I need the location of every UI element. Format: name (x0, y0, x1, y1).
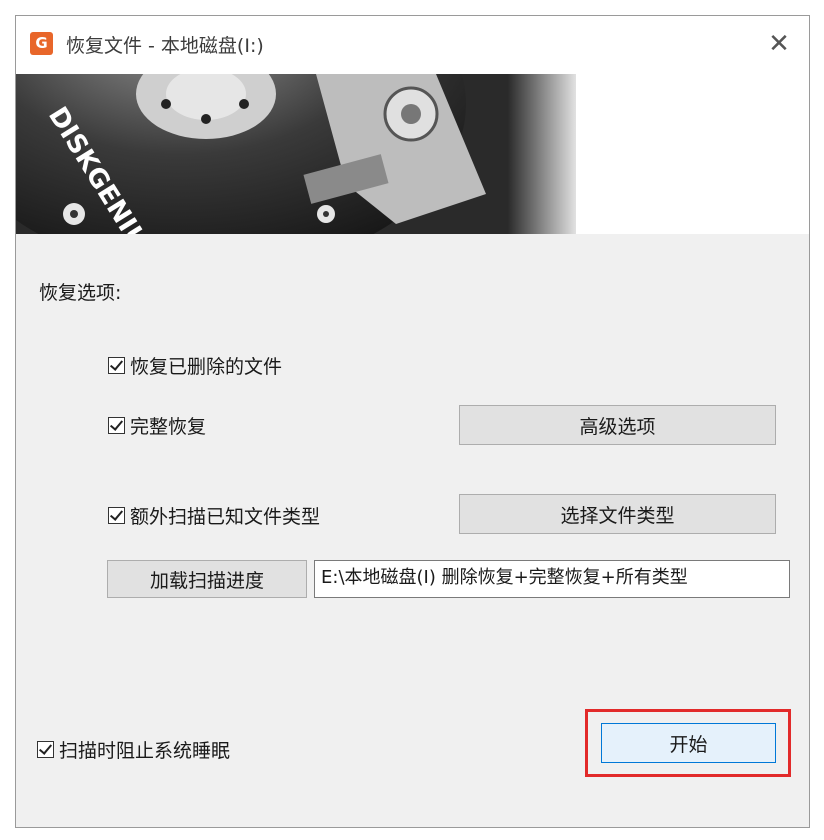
advanced-options-button[interactable]: 高级选项 (459, 405, 776, 445)
full-recover-checkbox[interactable] (108, 417, 125, 434)
recover-deleted-option[interactable]: 恢复已删除的文件 (108, 352, 282, 379)
prevent-sleep-label: 扫描时阻止系统睡眠 (59, 740, 231, 762)
full-recover-label: 完整恢复 (130, 416, 207, 438)
extra-scan-checkbox[interactable] (108, 507, 125, 524)
diskgenius-app-icon: G (30, 32, 53, 55)
diskgenius-banner-image: DISKGENIUS (16, 74, 809, 234)
recover-deleted-label: 恢复已删除的文件 (130, 356, 283, 378)
prevent-sleep-option[interactable]: 扫描时阻止系统睡眠 (37, 736, 230, 763)
recover-deleted-checkbox[interactable] (108, 357, 125, 374)
extra-scan-option[interactable]: 额外扫描已知文件类型 (108, 502, 320, 529)
scan-progress-path-field[interactable]: E:\本地磁盘(I) 删除恢复+完整恢复+所有类型 (314, 560, 790, 598)
full-recover-option[interactable]: 完整恢复 (108, 412, 206, 439)
title-bar: G 恢复文件 - 本地磁盘(I:) ✕ (16, 16, 809, 74)
load-scan-progress-button[interactable]: 加载扫描进度 (107, 560, 307, 598)
extra-scan-label: 额外扫描已知文件类型 (130, 506, 321, 528)
window-title: 恢复文件 - 本地磁盘(I:) (66, 35, 264, 57)
recover-options-label: 恢复选项: (39, 282, 122, 304)
recover-files-dialog: G 恢复文件 - 本地磁盘(I:) ✕ DISKGENIUS 恢复选项: 恢复已… (15, 15, 810, 828)
prevent-sleep-checkbox[interactable] (37, 741, 54, 758)
start-button[interactable]: 开始 (601, 723, 776, 763)
close-icon[interactable]: ✕ (757, 24, 801, 64)
select-file-types-button[interactable]: 选择文件类型 (459, 494, 776, 534)
